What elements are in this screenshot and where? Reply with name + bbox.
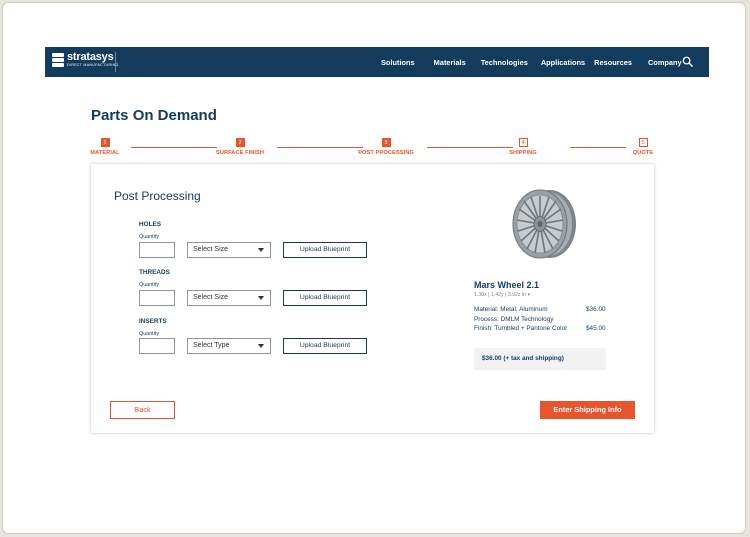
select-value: Select Type — [193, 342, 230, 349]
quantity-label: Quantity — [139, 234, 160, 240]
material-price: $36.00 — [586, 306, 606, 313]
step-material[interactable]: 1 MATERIAL — [65, 138, 145, 156]
finish-price: $45.00 — [586, 325, 606, 332]
brand-tagline: DIRECT MANUFACTURING — [67, 63, 119, 67]
step-label: POST PROCESSING — [358, 150, 414, 156]
caret-down-icon — [258, 248, 264, 252]
holes-quantity-input[interactable] — [139, 242, 175, 258]
step-number: 2 — [235, 138, 245, 147]
quantity-label: Quantity — [139, 331, 160, 337]
progress-stepper: 1 MATERIAL 2 SURFACE FINISH 3 POST PROCE… — [90, 138, 656, 160]
enter-shipping-info-button[interactable]: Enter Shipping Info — [540, 401, 635, 419]
post-processing-card: Post Processing HOLES Quantity Select Si… — [91, 164, 654, 433]
holes-label: HOLES — [139, 221, 162, 228]
inserts-quantity-input[interactable] — [139, 338, 175, 354]
caret-down-icon — [258, 344, 264, 348]
nav-item-technologies[interactable]: Technologies — [481, 58, 528, 67]
top-navbar: stratasys DIRECT MANUFACTURING Solutions… — [45, 47, 709, 77]
logo-divider — [115, 52, 116, 72]
step-post-processing[interactable]: 3 POST PROCESSING — [346, 138, 426, 156]
material-spec: Material: Metal, Aluminum — [474, 306, 548, 313]
logo-mark-icon — [52, 52, 64, 67]
process-spec: Process: DMLM Technology — [474, 316, 554, 323]
total-price: $36.00 (+ tax and shipping) — [474, 348, 606, 370]
holes-upload-blueprint-button[interactable]: Upload Blueprint — [283, 242, 367, 258]
threads-quantity-input[interactable] — [139, 290, 175, 306]
dimensions-value: 1.30x | 1.42y | 3.92z in — [474, 292, 527, 298]
step-number: 5 — [638, 138, 648, 147]
select-value: Select Size — [193, 294, 229, 301]
nav-item-solutions[interactable]: Solutions — [381, 58, 415, 67]
quantity-label: Quantity — [139, 282, 160, 288]
nav-item-materials[interactable]: Materials — [434, 58, 466, 67]
inserts-type-select[interactable]: Select Type — [187, 338, 271, 354]
chevron-down-icon: ▾ — [527, 292, 530, 298]
brand-name: stratasys — [67, 51, 114, 63]
brand-logo[interactable]: stratasys DIRECT MANUFACTURING — [52, 52, 119, 68]
wheel-product-image — [512, 189, 576, 259]
finish-spec: Finish: Tumbled + Pantone Color — [474, 325, 568, 332]
nav-item-applications[interactable]: Applications — [541, 58, 585, 67]
caret-down-icon — [258, 296, 264, 300]
step-surface-finish[interactable]: 2 SURFACE FINISH — [200, 138, 280, 156]
step-quote[interactable]: 5 QUOTE — [603, 138, 683, 156]
step-number: 4 — [518, 138, 528, 147]
step-label: QUOTE — [632, 150, 654, 156]
main-menu: Solutions Materials Technologies Applica… — [375, 47, 682, 77]
nav-item-company[interactable]: Company — [648, 58, 682, 67]
back-button[interactable]: Back — [110, 401, 175, 419]
nav-item-resources[interactable]: Resources — [594, 58, 632, 67]
page-title: Parts On Demand — [91, 107, 217, 124]
step-number: 3 — [381, 138, 391, 147]
search-icon[interactable] — [682, 56, 693, 67]
threads-label: THREADS — [139, 269, 170, 276]
inserts-label: INSERTS — [139, 318, 167, 325]
step-label: SURFACE FINISH — [215, 150, 265, 156]
step-label: SHIPPING — [509, 150, 537, 156]
select-value: Select Size — [193, 246, 229, 253]
threads-size-select[interactable]: Select Size — [187, 290, 271, 306]
threads-upload-blueprint-button[interactable]: Upload Blueprint — [283, 290, 367, 306]
holes-size-select[interactable]: Select Size — [187, 242, 271, 258]
product-name: Mars Wheel 2.1 — [474, 280, 540, 290]
step-label: MATERIAL — [90, 150, 120, 156]
section-title: Post Processing — [114, 189, 201, 203]
step-number: 1 — [100, 138, 110, 147]
inserts-upload-blueprint-button[interactable]: Upload Blueprint — [283, 338, 367, 354]
step-shipping[interactable]: 4 SHIPPING — [483, 138, 563, 156]
product-dimensions[interactable]: 1.30x | 1.42y | 3.92z in ▾ — [474, 292, 530, 298]
